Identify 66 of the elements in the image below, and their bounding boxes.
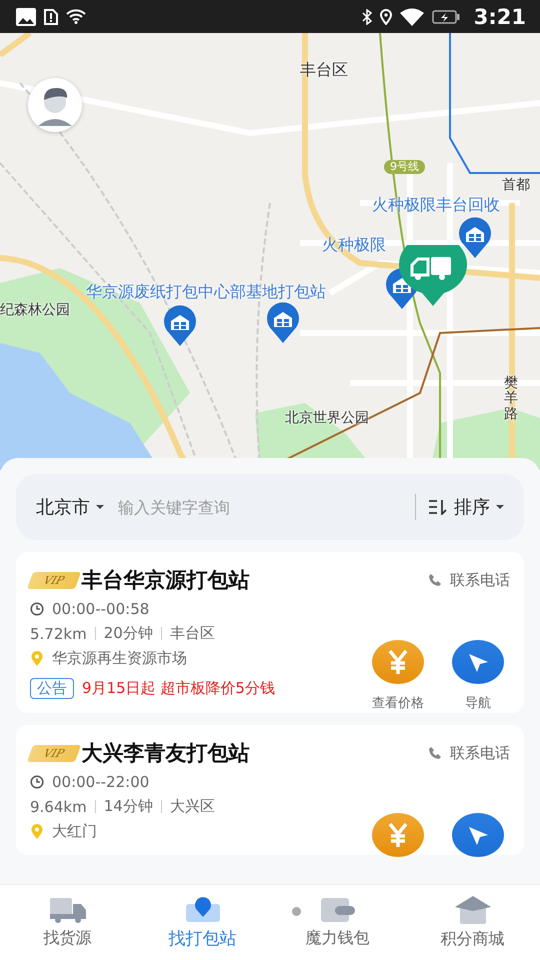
navigate-label: 导航 — [465, 695, 491, 712]
clock-icon — [30, 775, 44, 789]
district-text: 丰台区 — [170, 624, 215, 643]
sort-dropdown[interactable]: 排序 — [428, 495, 504, 519]
travel-time: 20分钟 — [104, 624, 153, 643]
station-name: 大兴李青友打包站 — [82, 740, 251, 767]
bluetooth-icon — [362, 8, 372, 24]
contact-phone-link[interactable]: 联系电话 — [428, 570, 510, 590]
location-pin-icon — [30, 650, 44, 667]
contact-phone-link[interactable]: 联系电话 — [428, 744, 510, 762]
station-card[interactable]: VIP 丰台华京源打包站 联系电话 00:00--00:58 5.72km 20分钟 丰台区 华京源再生资源市场 公告 9月15日起 超市板降价5分钱 查看价格 导航 — [16, 552, 524, 713]
wallet-icon — [318, 896, 356, 924]
clock-time: 3:21 — [474, 4, 526, 28]
nav-tab[interactable]: 魔力钱包 — [270, 885, 405, 960]
wifi-signal-icon — [400, 8, 424, 26]
vip-badge: VIP — [26, 744, 81, 762]
shop-icon — [454, 895, 492, 925]
notice-text: 9月15日起 超市板降价5分钱 — [82, 679, 275, 698]
location-icon — [380, 8, 392, 24]
map-label: 火种极限 — [322, 236, 386, 254]
address-text: 大红门 — [52, 822, 97, 841]
map-label: 首都 — [502, 178, 530, 194]
city-dropdown[interactable]: 北京市 — [36, 495, 104, 519]
alert-icon — [44, 8, 58, 24]
yen-icon — [386, 822, 410, 848]
distance-text: 9.64km — [30, 798, 87, 816]
truck-icon — [48, 896, 86, 924]
map-label: 纪森林公园 — [0, 303, 70, 318]
navigate-button[interactable] — [452, 640, 504, 684]
price-button[interactable] — [372, 813, 424, 857]
phone-icon — [428, 746, 442, 760]
image-icon — [16, 8, 36, 26]
map-label: 9号线 — [384, 160, 425, 174]
map-label: 部基地打包站 — [230, 283, 326, 301]
map-label: 丰台区 — [300, 61, 348, 79]
sort-icon — [428, 499, 448, 515]
location-pin-icon — [30, 823, 44, 840]
opening-hours: 00:00--00:58 — [52, 600, 150, 618]
wifi-icon — [66, 9, 86, 24]
district-text: 大兴区 — [170, 797, 215, 816]
station-card[interactable]: VIP 大兴李青友打包站 联系电话 00:00--22:00 9.64km 14分钟 大兴区 大红门 — [16, 725, 524, 855]
nav-tab[interactable]: 找打包站 — [135, 885, 270, 960]
navigate-button[interactable] — [452, 813, 504, 857]
truck-pin-icon[interactable] — [398, 245, 468, 307]
travel-time: 14分钟 — [104, 797, 153, 816]
price-button[interactable] — [372, 640, 424, 684]
nav-tab[interactable]: 找货源 — [0, 885, 135, 960]
station-name: 丰台华京源打包站 — [82, 567, 251, 594]
opening-hours: 00:00--22:00 — [52, 773, 150, 791]
map-label: 樊羊路 — [504, 376, 518, 422]
map-label: 华京源废纸打包中心 — [86, 283, 230, 301]
battery-icon — [432, 8, 460, 24]
nav-tab[interactable]: 积分商城 — [405, 885, 540, 960]
clock-icon — [30, 602, 44, 616]
warehouse-pin-icon[interactable] — [162, 305, 198, 347]
keyword-search-field[interactable]: 输入关键字查询 — [116, 496, 403, 518]
distance-text: 5.72km — [30, 624, 87, 642]
warehouse-pin-icon[interactable] — [265, 302, 301, 344]
warehouse-pin-icon[interactable] — [457, 217, 493, 259]
notice-tag: 公告 — [30, 678, 74, 699]
address-text: 华京源再生资源市场 — [52, 649, 187, 668]
yen-icon — [386, 649, 410, 675]
phone-icon — [428, 573, 442, 587]
vip-badge: VIP — [26, 572, 81, 588]
price-label: 查看价格 — [372, 695, 424, 712]
station-icon — [184, 895, 220, 923]
